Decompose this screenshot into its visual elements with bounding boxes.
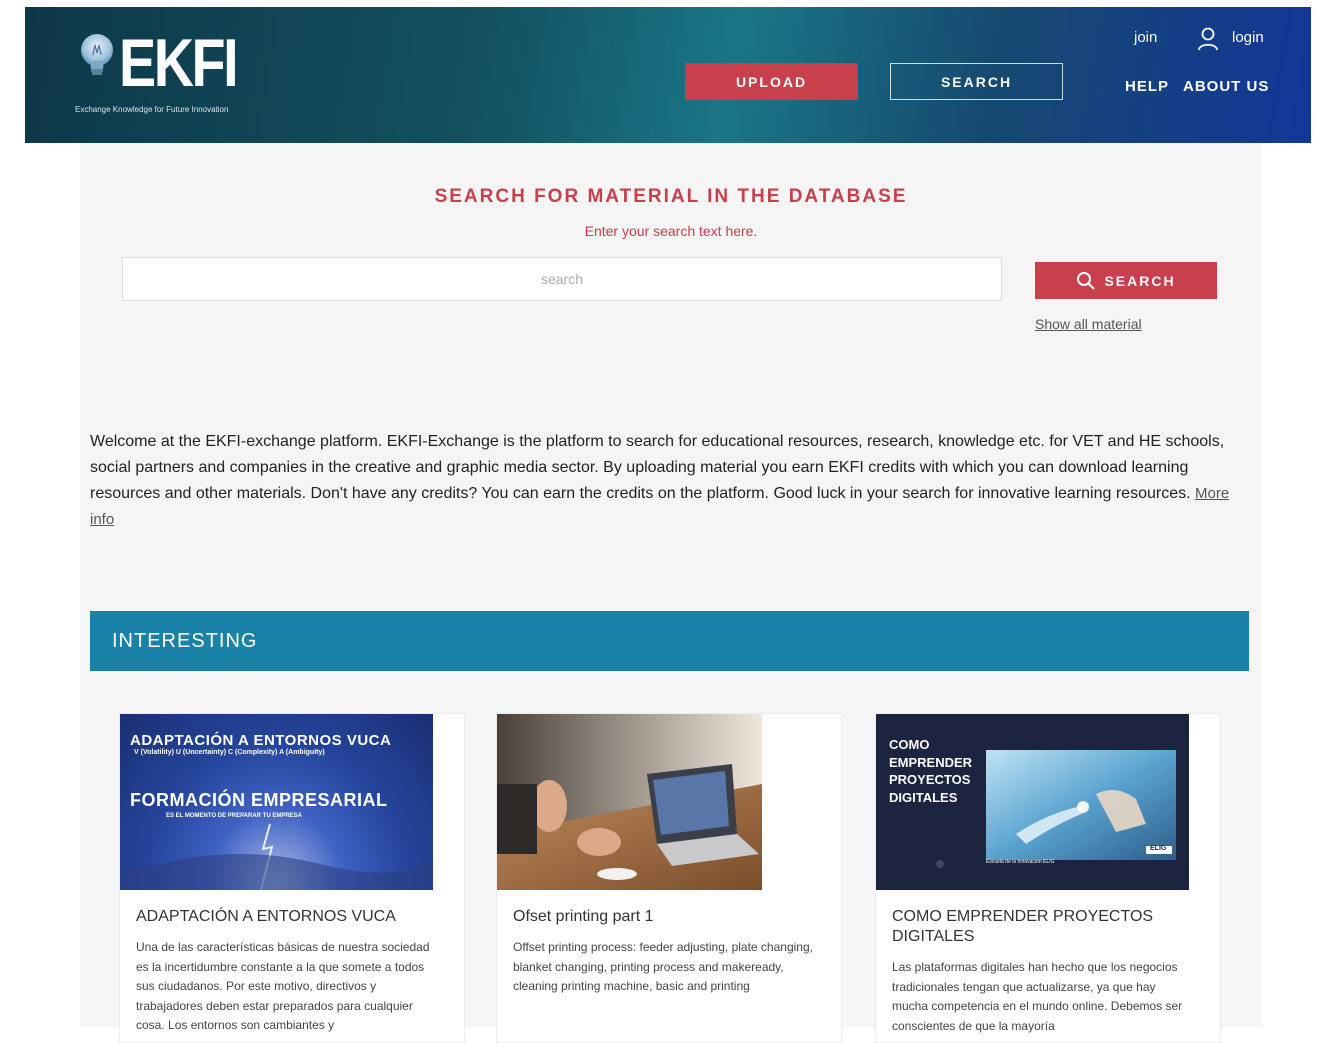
upload-button[interactable]: UPLOAD	[685, 63, 858, 100]
join-link[interactable]: join	[1134, 29, 1157, 46]
search-button[interactable]: SEARCH	[1035, 262, 1217, 299]
logo-wordmark: EKFI	[119, 25, 239, 101]
card-thumbnail[interactable]	[497, 714, 762, 890]
card-image-badge: ELIG	[1150, 845, 1167, 852]
site-header: EKFI Exchange Knowledge for Future Innov…	[25, 7, 1311, 143]
ekfi-logo[interactable]: EKFI Exchange Knowledge for Future Innov…	[75, 25, 255, 121]
card-title[interactable]: Ofset printing part 1	[513, 907, 813, 927]
search-nav-button[interactable]: SEARCH	[890, 63, 1063, 100]
card-title[interactable]: COMO EMPRENDER PROYECTOS DIGITALES	[892, 907, 1192, 947]
card-description: Offset printing process: feeder adjustin…	[513, 940, 813, 993]
search-icon	[1077, 271, 1096, 290]
interesting-heading: INTERESTING	[112, 630, 258, 652]
main-content: SEARCH FOR MATERIAL IN THE DATABASE Ente…	[80, 143, 1262, 1043]
card-image-title: COMO EMPRENDER PROYECTOS DIGITALES	[889, 737, 973, 805]
welcome-paragraph: Welcome at the EKFI-exchange platform. E…	[90, 433, 1225, 502]
card-thumbnail[interactable]: COMO EMPRENDER PROYECTOS DIGITALES ELIG …	[876, 714, 1189, 890]
search-subtitle: Enter your search text here.	[584, 223, 758, 239]
interesting-banner: INTERESTING	[90, 611, 1249, 671]
user-icon[interactable]	[1197, 27, 1219, 51]
card-image-heading: FORMACIÓN EMPRESARIAL	[130, 790, 388, 810]
login-link[interactable]: login	[1232, 29, 1264, 46]
card-image-tagline: ES EL MOMENTO DE PREPARAR TU EMPRESA	[166, 813, 303, 819]
search-heading: SEARCH FOR MATERIAL IN THE DATABASE	[434, 186, 908, 207]
card-image-title: ADAPTACIÓN A ENTORNOS VUCA	[130, 732, 392, 749]
material-card[interactable]: Ofset printing part 1 Offset printing pr…	[496, 713, 842, 1043]
search-button-label: SEARCH	[1104, 272, 1176, 289]
logo-tagline: Exchange Knowledge for Future Innovation	[75, 105, 229, 114]
about-us-link[interactable]: ABOUT US	[1183, 78, 1269, 95]
search-input[interactable]	[122, 257, 1002, 301]
laptop-meeting-photo	[497, 714, 762, 890]
welcome-text: Welcome at the EKFI-exchange platform. E…	[90, 429, 1252, 533]
show-all-material-link[interactable]: Show all material	[1035, 316, 1142, 332]
material-card[interactable]: COMO EMPRENDER PROYECTOS DIGITALES ELIG …	[875, 713, 1221, 1043]
material-card[interactable]: ADAPTACIÓN A ENTORNOS VUCA V (Volatility…	[119, 713, 465, 1043]
card-image-subtitle: V (Volatility) U (Uncertainty) C (Comple…	[134, 749, 325, 756]
card-title[interactable]: ADAPTACIÓN A ENTORNOS VUCA	[136, 907, 436, 927]
card-description: Las plataformas digitales han hecho que …	[892, 960, 1183, 1033]
lightbulb-icon	[81, 34, 113, 75]
card-image-caption: Escuela de la Innovación ELIG	[986, 859, 1055, 865]
help-link[interactable]: HELP	[1125, 78, 1169, 95]
card-thumbnail[interactable]: ADAPTACIÓN A ENTORNOS VUCA V (Volatility…	[120, 714, 433, 890]
card-description: Una de las características básicas de nu…	[136, 940, 430, 1032]
